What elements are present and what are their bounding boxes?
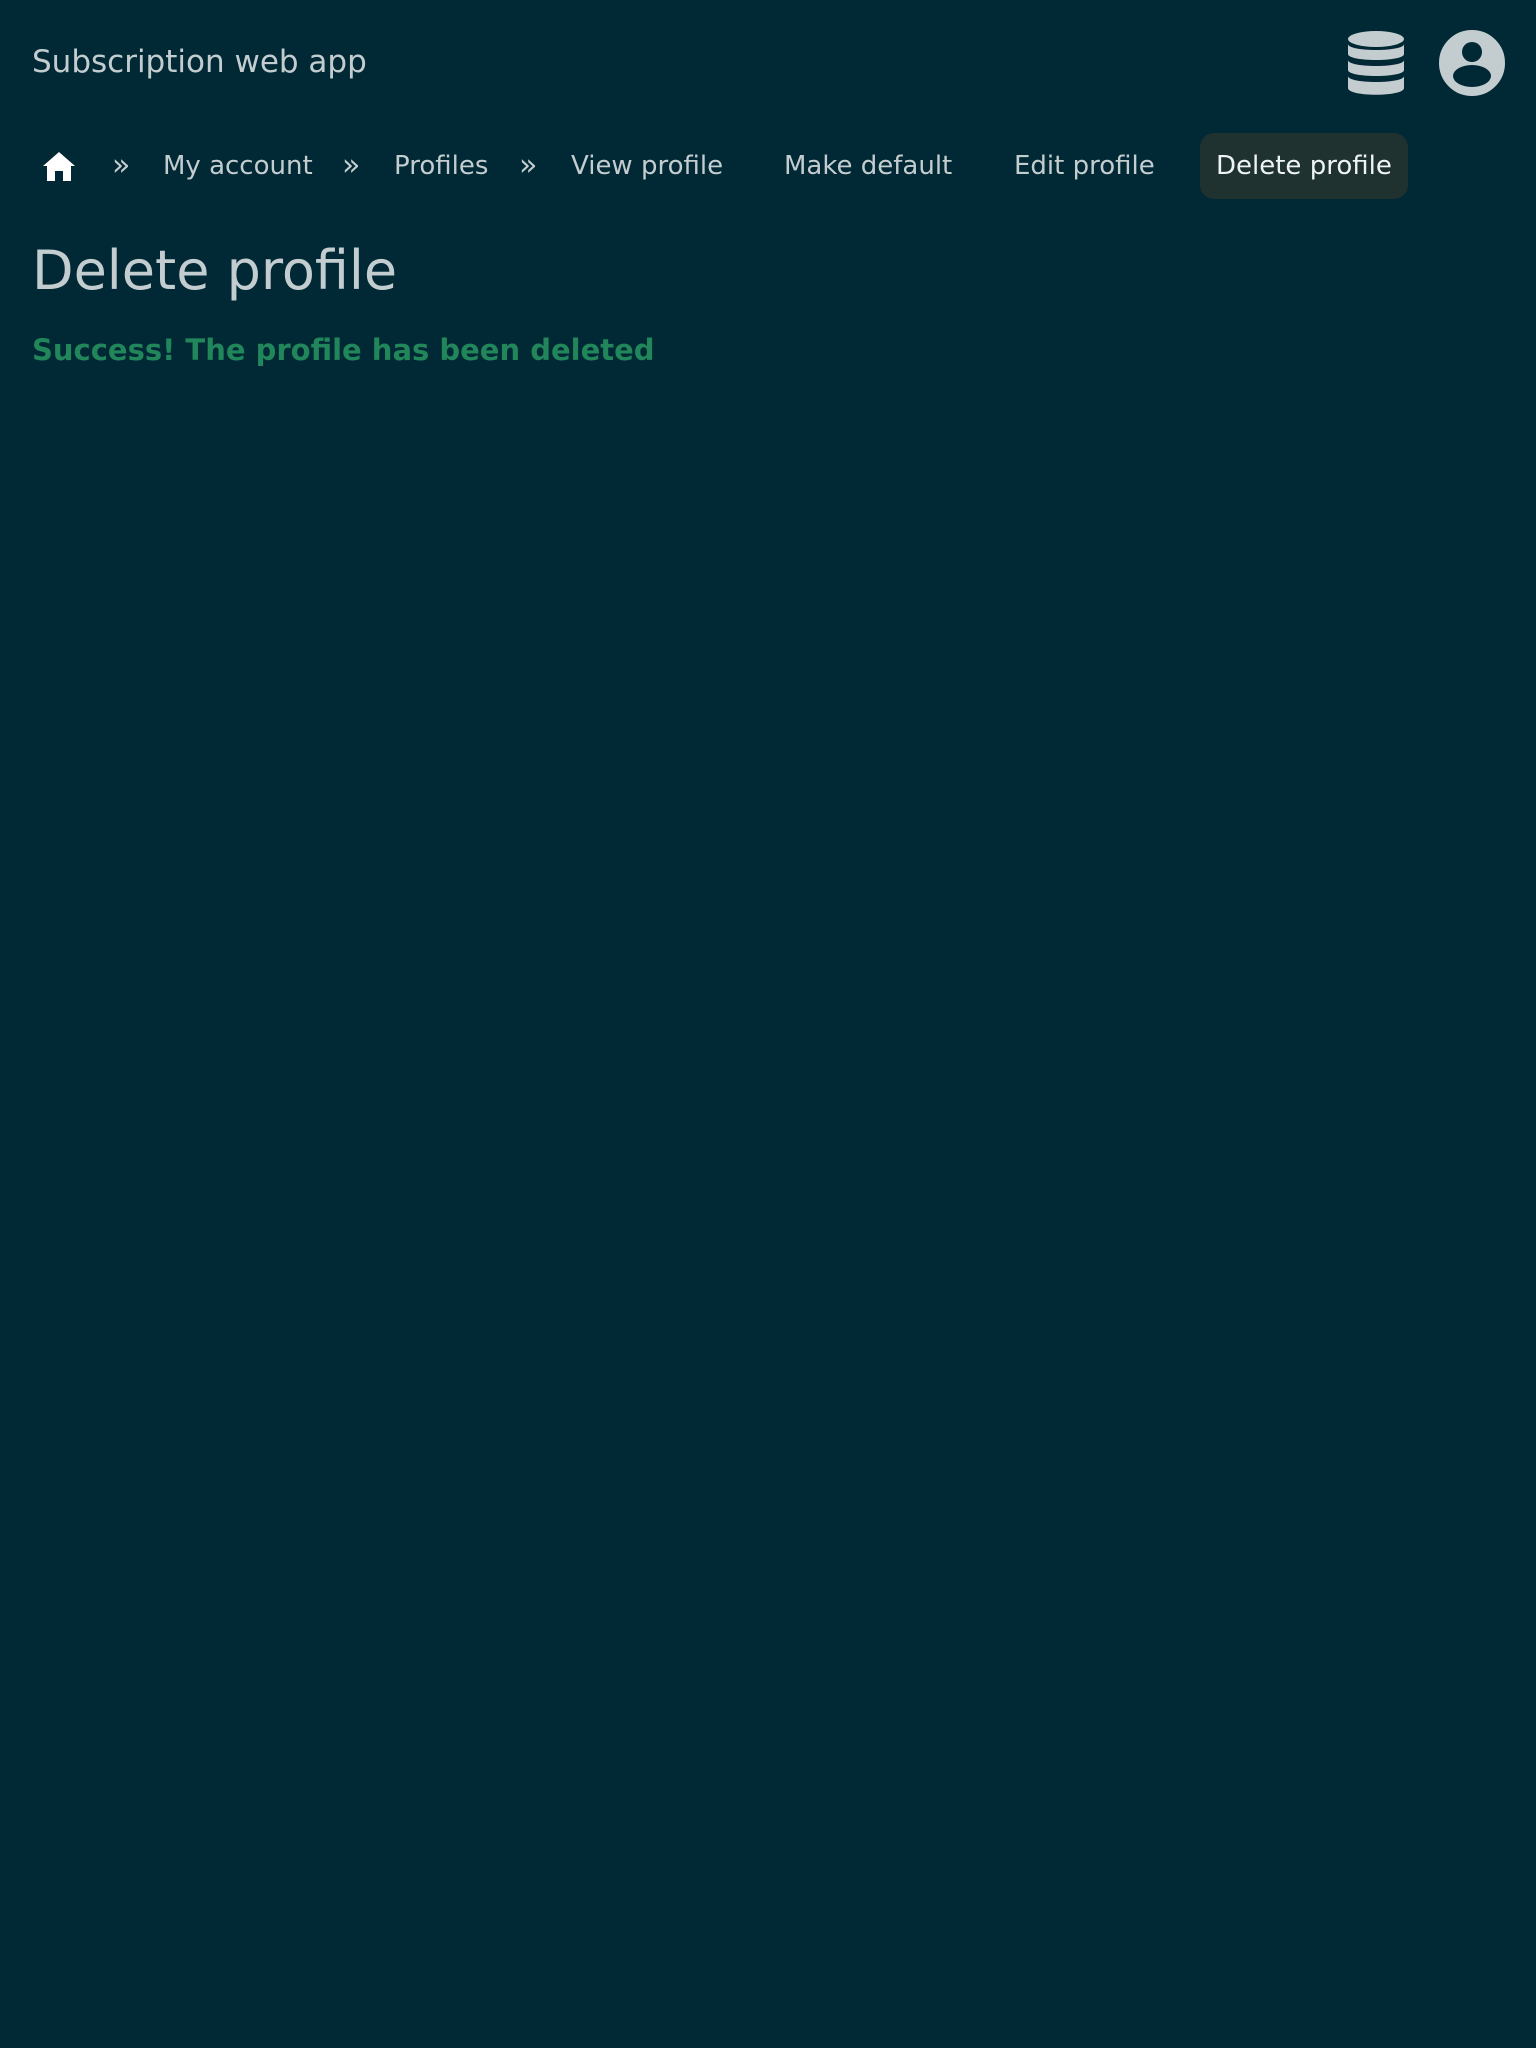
breadcrumb-my-account[interactable]: My account <box>163 133 313 199</box>
breadcrumb-separator: » <box>112 148 131 183</box>
breadcrumb: » My account » Profiles » View profile M… <box>32 133 1512 199</box>
edit-profile-link[interactable]: Edit profile <box>1014 133 1155 199</box>
breadcrumb-view-profile[interactable]: View profile <box>571 133 723 199</box>
breadcrumb-profiles[interactable]: Profiles <box>394 133 488 199</box>
success-message: Success! The profile has been deleted <box>32 333 655 367</box>
app-header: Subscription web app <box>0 0 1536 128</box>
breadcrumb-separator: » <box>519 148 538 183</box>
breadcrumb-separator: » <box>342 148 361 183</box>
user-circle-icon[interactable] <box>1439 30 1505 96</box>
home-icon[interactable] <box>42 149 76 183</box>
app-title[interactable]: Subscription web app <box>32 42 367 82</box>
page-title: Delete profile <box>32 239 398 302</box>
delete-profile-tab[interactable]: Delete profile <box>1200 133 1408 199</box>
make-default-link[interactable]: Make default <box>784 133 952 199</box>
database-icon[interactable] <box>1347 30 1405 98</box>
